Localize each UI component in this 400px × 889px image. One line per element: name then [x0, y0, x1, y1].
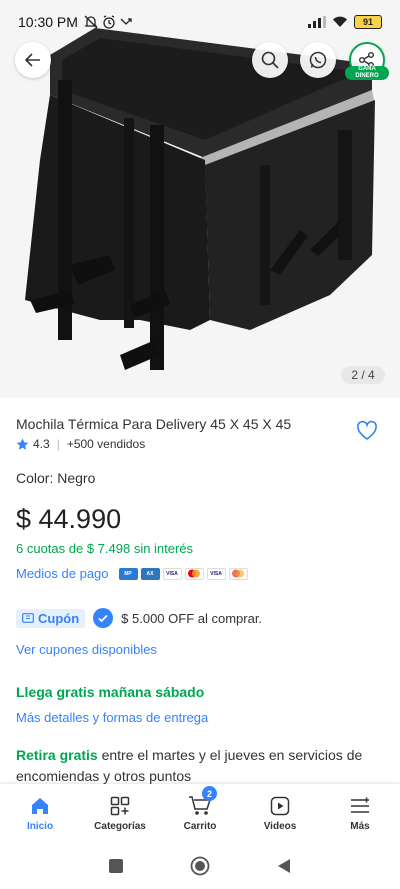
home-system-icon[interactable] — [190, 856, 210, 876]
view-coupons-link[interactable]: Ver cupones disponibles — [16, 642, 157, 657]
product-title: Mochila Térmica Para Delivery 45 X 45 X … — [16, 416, 292, 432]
bottom-navigation: Inicio Categorías 2 Carrito Videos Más — [0, 784, 400, 842]
earn-money-badge: GANA DINERO — [345, 66, 389, 80]
back-system-icon[interactable] — [276, 858, 292, 874]
nav-home[interactable]: Inicio — [0, 784, 80, 842]
mastercard-icon — [184, 567, 204, 580]
installments-text: 6 cuotas de $ 7.498 sin interés — [16, 541, 194, 556]
search-icon — [261, 51, 279, 69]
payment-methods-link[interactable]: Medios de pago — [16, 566, 109, 581]
coupon-tag-label: Cupón — [38, 610, 80, 626]
cart-count-badge: 2 — [202, 786, 217, 801]
menu-icon — [351, 797, 369, 813]
alarm-icon — [103, 15, 115, 29]
missed-call-icon — [120, 18, 132, 25]
system-navigation-bar — [0, 842, 400, 889]
gallery-counter: 2 / 4 — [341, 366, 385, 384]
earn-badge-line2: DINERO — [355, 73, 379, 79]
nav-home-label: Inicio — [26, 820, 54, 832]
nav-categories[interactable]: Categorías — [80, 784, 160, 842]
nav-cart[interactable]: 2 Carrito — [160, 784, 240, 842]
coupon-row[interactable]: Cupón $ 5.000 OFF al comprar. — [16, 608, 262, 628]
home-icon — [32, 797, 48, 814]
maestro-icon — [228, 567, 248, 580]
visa-icon: VISA — [162, 567, 182, 580]
categories-icon — [110, 796, 130, 815]
mercado-pago-icon: MP — [118, 567, 138, 580]
notifications-off-icon — [84, 15, 98, 29]
shipping-details-link[interactable]: Más detalles y formas de entrega — [16, 710, 208, 725]
search-button[interactable] — [252, 42, 288, 78]
favorite-button[interactable] — [356, 420, 378, 447]
product-image — [25, 28, 375, 370]
nav-cart-label: Carrito — [183, 820, 217, 832]
shipping-arrival: Llega gratis mañana sábado — [16, 684, 205, 700]
rating-separator: | — [56, 437, 60, 451]
battery-indicator: 91 — [354, 15, 382, 29]
nav-videos-label: Videos — [263, 820, 297, 832]
wifi-icon — [333, 16, 347, 27]
recent-apps-icon[interactable] — [108, 858, 124, 874]
star-icon — [16, 438, 29, 450]
product-image-gallery[interactable]: GANA DINERO 2 / 4 — [0, 0, 400, 398]
pickup-info: Retira gratis entre el martes y el jueve… — [16, 745, 366, 787]
whatsapp-icon — [309, 51, 327, 69]
status-bar: 10:30 PM 91 — [0, 0, 400, 44]
whatsapp-share-button[interactable] — [300, 42, 336, 78]
nav-videos[interactable]: Videos — [240, 784, 320, 842]
payment-methods-row[interactable]: Medios de pago MP AX VISA VISA — [16, 566, 248, 581]
nav-more[interactable]: Más — [320, 784, 400, 842]
pickup-free-label: Retira gratis — [16, 747, 98, 763]
coupon-tag: Cupón — [16, 608, 86, 628]
nav-more-label: Más — [350, 820, 370, 832]
back-button[interactable] — [15, 42, 51, 78]
color-selector[interactable]: Color: Negro — [16, 470, 95, 486]
visa-debit-icon: VISA — [206, 567, 226, 580]
card-icons: MP AX VISA VISA — [118, 567, 248, 580]
nav-categories-label: Categorías — [94, 820, 146, 832]
rating-row[interactable]: 4.3 | +500 vendidos — [16, 437, 145, 451]
rating-value: 4.3 — [33, 437, 50, 451]
status-time: 10:30 PM — [18, 14, 78, 30]
product-price: $ 44.990 — [16, 504, 122, 534]
earn-badge-line1: GANA — [358, 66, 376, 72]
video-icon — [270, 796, 290, 815]
sold-count: +500 vendidos — [66, 437, 146, 451]
back-arrow-icon — [24, 53, 40, 67]
heart-icon — [357, 420, 377, 440]
amex-icon: AX — [140, 567, 160, 580]
coupon-text: $ 5.000 OFF al comprar. — [121, 610, 263, 626]
check-icon — [93, 608, 114, 628]
signal-icon — [308, 16, 326, 28]
ticket-icon — [22, 613, 34, 623]
